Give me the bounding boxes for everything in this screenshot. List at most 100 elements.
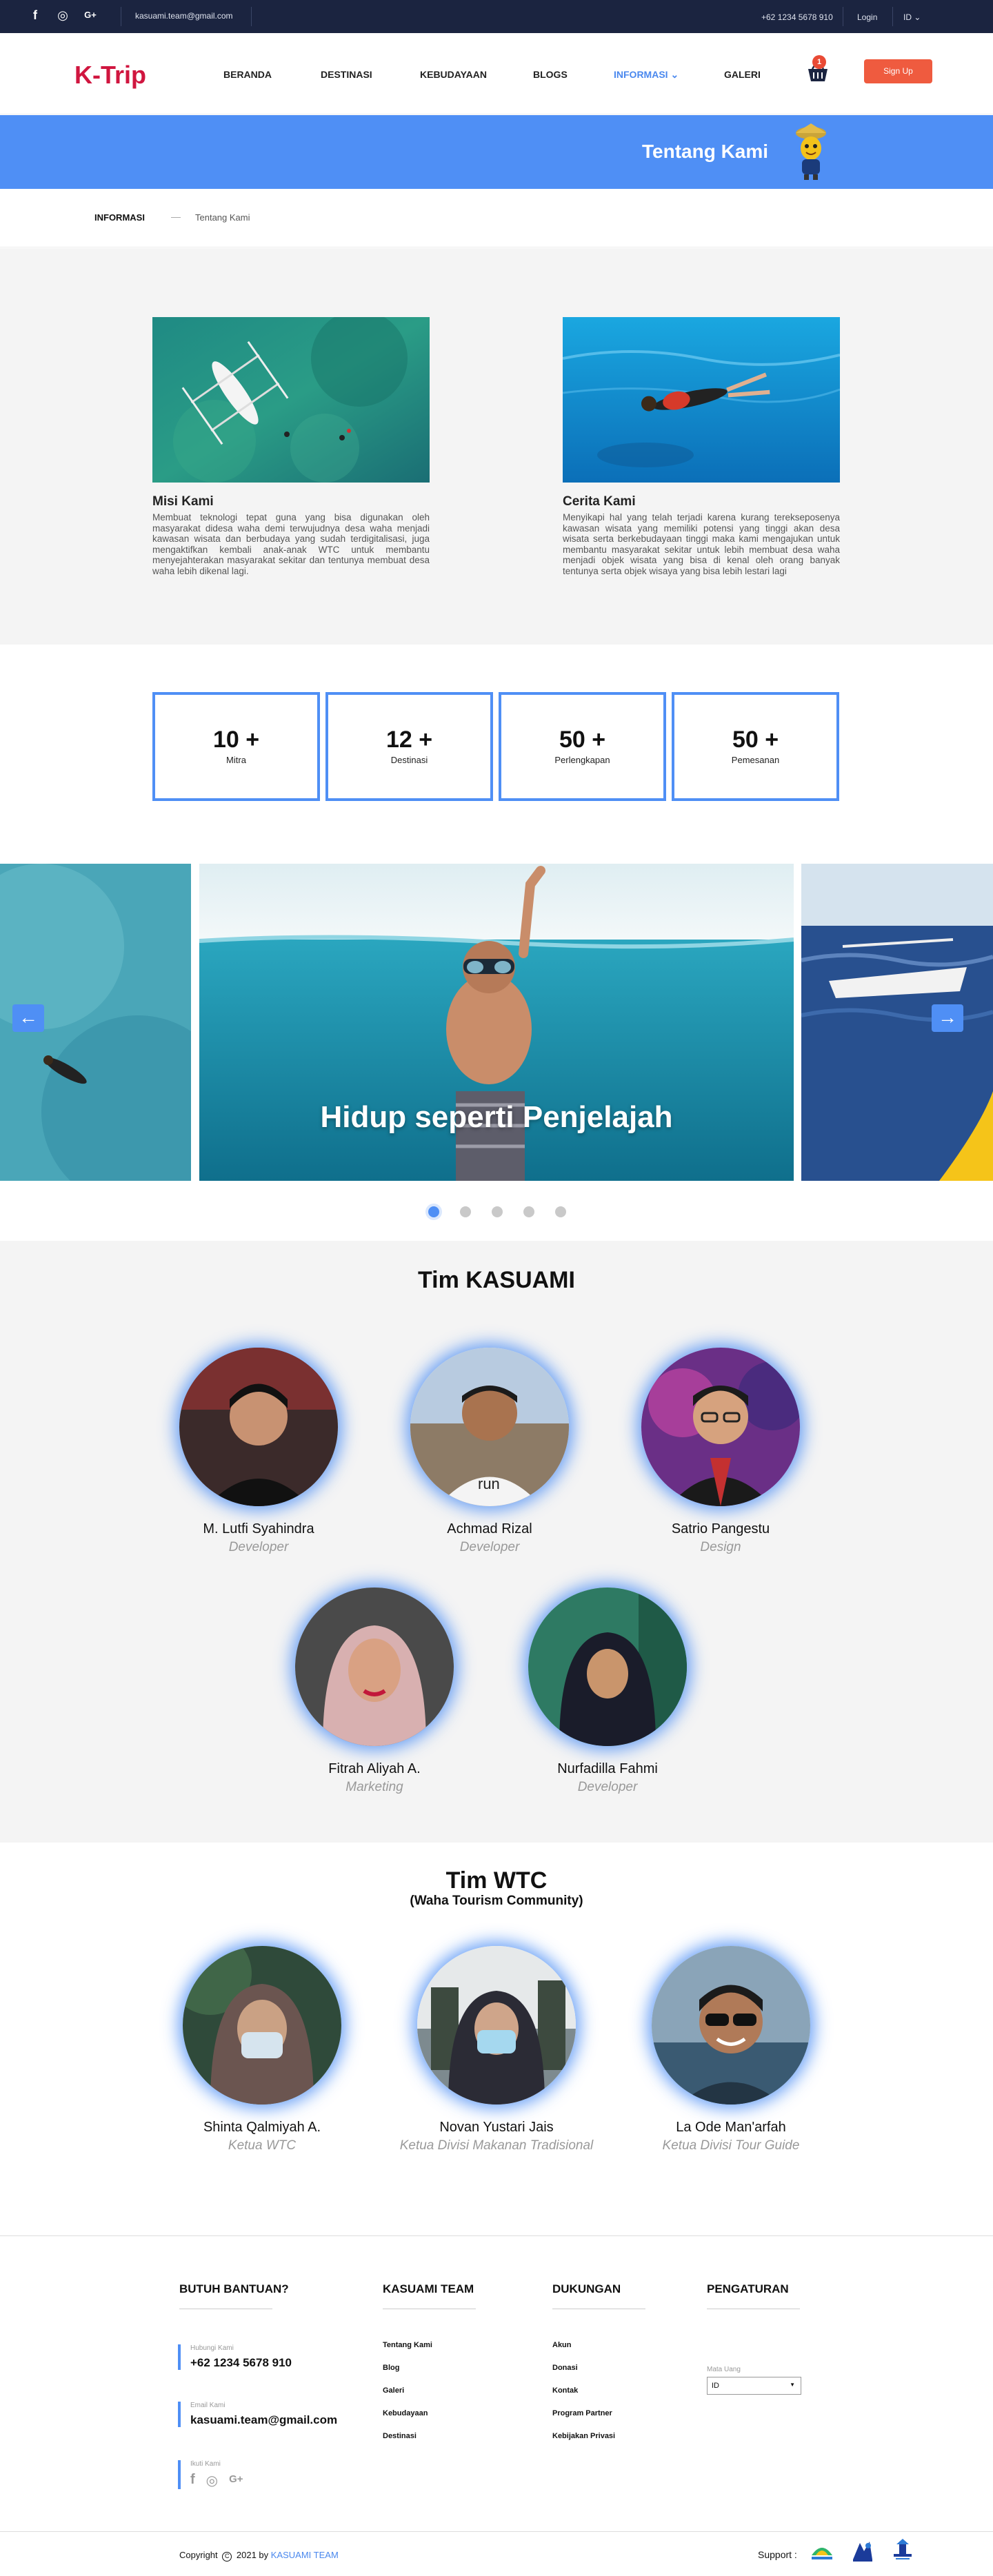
footer-support-links: Akun Donasi Kontak Program Partner Kebij… (552, 2341, 645, 2455)
nav-item-blogs[interactable]: BLOGS (533, 69, 568, 80)
carousel-slide-next[interactable] (801, 864, 993, 1181)
team-member-card: Nurfadilla Fahmi Developer (504, 1588, 711, 1795)
footer-link-destinasi[interactable]: Destinasi (383, 2432, 476, 2455)
carousel-dot-4[interactable] (523, 1206, 534, 1217)
divider (892, 7, 893, 26)
site-logo[interactable]: K-Trip (74, 61, 146, 90)
copyright-prefix: Copyright (179, 2550, 218, 2560)
story-text: Menyikapi hal yang telah terjadi karena … (563, 512, 840, 576)
member-name: Shinta Qalmiyah A. (203, 2120, 321, 2135)
carousel-dot-5[interactable] (555, 1206, 566, 1217)
top-bar: f ◎ G+ kasuami.team@gmail.com +62 1234 5… (0, 0, 993, 33)
facebook-icon[interactable]: f (28, 8, 43, 23)
stat-card-destinasi: 12 + Destinasi (325, 692, 493, 801)
stat-value: 50 + (559, 727, 606, 753)
avatar (295, 1588, 454, 1746)
footer-phone-block: Hubungi Kami +62 1234 5678 910 (178, 2344, 292, 2370)
footer-phone[interactable]: +62 1234 5678 910 (190, 2356, 292, 2370)
member-role: Ketua Divisi Tour Guide (662, 2138, 800, 2153)
language-dropdown[interactable]: ID ⌄ (903, 12, 921, 22)
member-role: Developer (577, 1780, 638, 1794)
instagram-icon[interactable]: ◎ (55, 8, 70, 23)
member-role: Developer (228, 1540, 289, 1554)
footer-team-links: Tentang Kami Blog Galeri Kebudayaan Dest… (383, 2341, 476, 2455)
carousel-dot-2[interactable] (460, 1206, 471, 1217)
social-label: Ikuti Kami (190, 2460, 221, 2468)
story-photo (563, 317, 840, 483)
breadcrumb: INFORMASI Tentang Kami (0, 190, 993, 247)
footer-link-blog[interactable]: Blog (383, 2364, 476, 2386)
instagram-icon[interactable]: ◎ (206, 2472, 218, 2489)
signup-button[interactable]: Sign Up (864, 59, 932, 83)
footer-link-kebudayaan[interactable]: Kebudayaan (383, 2409, 476, 2432)
merdeka-logo[interactable] (849, 2539, 875, 2562)
footer-link-donasi[interactable]: Donasi (552, 2364, 645, 2386)
breadcrumb-section[interactable]: INFORMASI (94, 212, 145, 223)
story-title: Cerita Kami (563, 494, 636, 509)
footer-link-program-partner[interactable]: Program Partner (552, 2409, 645, 2432)
footer-link-kebijakan-privasi[interactable]: Kebijakan Privasi (552, 2432, 645, 2455)
team-kasuami-section: Tim KASUAMI M. Lutfi Syahindra Developer… (0, 1241, 993, 1843)
login-link[interactable]: Login (857, 12, 877, 22)
carousel-dot-3[interactable] (492, 1206, 503, 1217)
footer-email-block: Email Kami kasuami.team@gmail.com (178, 2402, 337, 2427)
mascot-illustration (796, 123, 826, 180)
site-footer (0, 2235, 993, 2576)
footer-social-block: Ikuti Kami f ◎ G+ (178, 2460, 243, 2489)
nav-item-galeri[interactable]: GALERI (724, 69, 761, 80)
footer-support-column: DUKUNGAN Akun Donasi Kontak Program Part… (552, 2282, 645, 2455)
footer-email[interactable]: kasuami.team@gmail.com (190, 2413, 337, 2427)
avatar (183, 1946, 341, 2105)
nav-item-kebudayaan[interactable]: KEBUDAYAAN (420, 69, 487, 80)
about-section: Misi Kami Membuat teknologi tepat guna y… (0, 248, 993, 645)
carousel-dot-1[interactable] (428, 1206, 439, 1217)
currency-label: Mata Uang (707, 2366, 741, 2373)
cart-count-badge: 1 (812, 55, 826, 69)
stat-label: Destinasi (390, 755, 428, 765)
nav-item-informasi[interactable]: INFORMASI ⌄ (614, 69, 679, 81)
footer-social-icons: f ◎ G+ (190, 2472, 243, 2489)
email-label: Email Kami (190, 2402, 225, 2409)
cart-button[interactable]: 1 (805, 55, 830, 84)
member-name: Achmad Rizal (447, 1521, 532, 1537)
stat-value: 10 + (212, 727, 260, 753)
copyright-team-link[interactable]: KASUAMI TEAM (271, 2550, 339, 2560)
pesona-indonesia-logo[interactable] (890, 2539, 916, 2562)
team-member-card: M. Lutfi Syahindra Developer (155, 1348, 362, 1555)
nav-item-beranda[interactable]: BERANDA (223, 69, 272, 80)
topbar-phone[interactable]: +62 1234 5678 910 (761, 12, 833, 22)
stat-card-mitra: 10 + Mitra (152, 692, 320, 801)
currency-value: ID (712, 2382, 719, 2390)
copyright-year: 2021 by (236, 2550, 269, 2560)
topbar-email[interactable]: kasuami.team@gmail.com (135, 11, 233, 21)
mission-card: Misi Kami Membuat teknologi tepat guna y… (152, 317, 430, 576)
stat-label: Perlengkapan (554, 755, 610, 765)
team-member-card: run Achmad Rizal Developer (386, 1348, 593, 1555)
google-plus-icon[interactable]: G+ (83, 8, 98, 23)
stat-label: Mitra (226, 755, 246, 765)
facebook-icon[interactable]: f (190, 2472, 195, 2489)
nav-item-destinasi[interactable]: DESTINASI (321, 69, 372, 80)
footer-link-kontak[interactable]: Kontak (552, 2386, 645, 2409)
carousel-prev-button[interactable]: ← (12, 1004, 44, 1032)
footer-heading: KASUAMI TEAM (383, 2282, 474, 2295)
member-name: M. Lutfi Syahindra (203, 1521, 314, 1537)
member-role: Ketua WTC (228, 2138, 297, 2153)
kasuami-logo[interactable] (809, 2539, 835, 2562)
carousel-slide-current[interactable]: Hidup seperti Penjelajah (199, 864, 794, 1181)
footer-help-column: BUTUH BANTUAN? (179, 2282, 289, 2309)
currency-select[interactable]: ID ▼ (707, 2377, 801, 2395)
stat-card-perlengkapan: 50 + Perlengkapan (499, 692, 666, 801)
footer-link-galeri[interactable]: Galeri (383, 2386, 476, 2409)
team-member-card: Satrio Pangestu Design (617, 1348, 824, 1555)
footer-team-column: KASUAMI TEAM Tentang Kami Blog Galeri Ke… (383, 2282, 476, 2455)
carousel-next-button[interactable]: → (932, 1004, 963, 1032)
photo-carousel: Hidup seperti Penjelajah ← → (0, 864, 993, 1241)
team-member-card: Shinta Qalmiyah A. Ketua WTC (159, 1946, 365, 2153)
main-nav: K-Trip BERANDA DESTINASI KEBUDAYAAN BLOG… (0, 33, 993, 114)
copyright: Copyright C 2021 by KASUAMI TEAM (179, 2550, 339, 2562)
footer-link-akun[interactable]: Akun (552, 2341, 645, 2364)
page-title: Tentang Kami (642, 141, 769, 162)
footer-link-tentang-kami[interactable]: Tentang Kami (383, 2341, 476, 2364)
google-plus-icon[interactable]: G+ (229, 2472, 243, 2489)
